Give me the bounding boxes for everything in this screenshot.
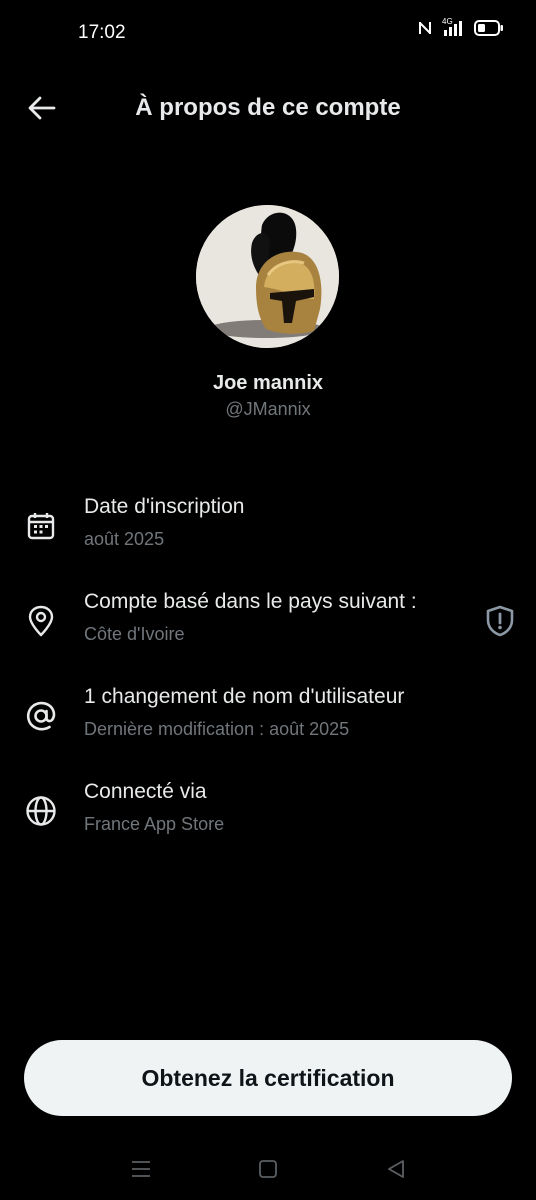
status-bar: 17:02 4G <box>0 0 536 64</box>
info-subtitle: Côte d'Ivoire <box>84 624 185 644</box>
battery-icon <box>474 20 504 36</box>
calendar-icon <box>24 509 58 543</box>
status-time: 17:02 <box>78 22 126 43</box>
info-subtitle: Dernière modification : août 2025 <box>84 719 350 739</box>
profile-handle: @JMannix <box>225 399 311 419</box>
info-title: Connecté via <box>84 780 207 803</box>
info-title: 1 changement de nom d'utilisateur <box>84 685 405 708</box>
get-verified-button[interactable]: Obtenez la certification <box>24 1040 512 1116</box>
info-row-connected-via: Connecté via France App Store <box>0 780 536 850</box>
info-subtitle: France App Store <box>84 814 225 834</box>
location-pin-icon <box>24 604 58 638</box>
nfc-icon <box>418 20 432 36</box>
home-square-icon[interactable] <box>253 1154 283 1184</box>
system-nav-bar <box>0 1140 536 1200</box>
info-row-country: Compte basé dans le pays suivant : Côte … <box>0 590 536 660</box>
globe-icon <box>24 794 58 828</box>
menu-icon[interactable] <box>126 1154 156 1184</box>
avatar-image <box>196 205 339 348</box>
signal-icon: 4G <box>442 17 464 36</box>
network-label: 4G <box>442 17 453 26</box>
info-subtitle: août 2025 <box>84 529 165 549</box>
back-triangle-icon[interactable] <box>381 1154 411 1184</box>
status-icons: 4G <box>418 17 504 36</box>
avatar[interactable] <box>196 205 339 348</box>
info-title: Compte basé dans le pays suivant : <box>84 590 417 613</box>
info-row-username-changes: 1 changement de nom d'utilisateur Derniè… <box>0 685 536 755</box>
shield-icon[interactable] <box>484 604 516 638</box>
profile-name: Joe mannix <box>212 372 324 394</box>
info-row-join-date: Date d'inscription août 2025 <box>0 495 536 565</box>
info-title: Date d'inscription <box>84 495 245 518</box>
at-sign-icon <box>24 699 58 733</box>
header: À propos de ce compte <box>0 80 536 140</box>
page-title: À propos de ce compte <box>135 94 401 121</box>
